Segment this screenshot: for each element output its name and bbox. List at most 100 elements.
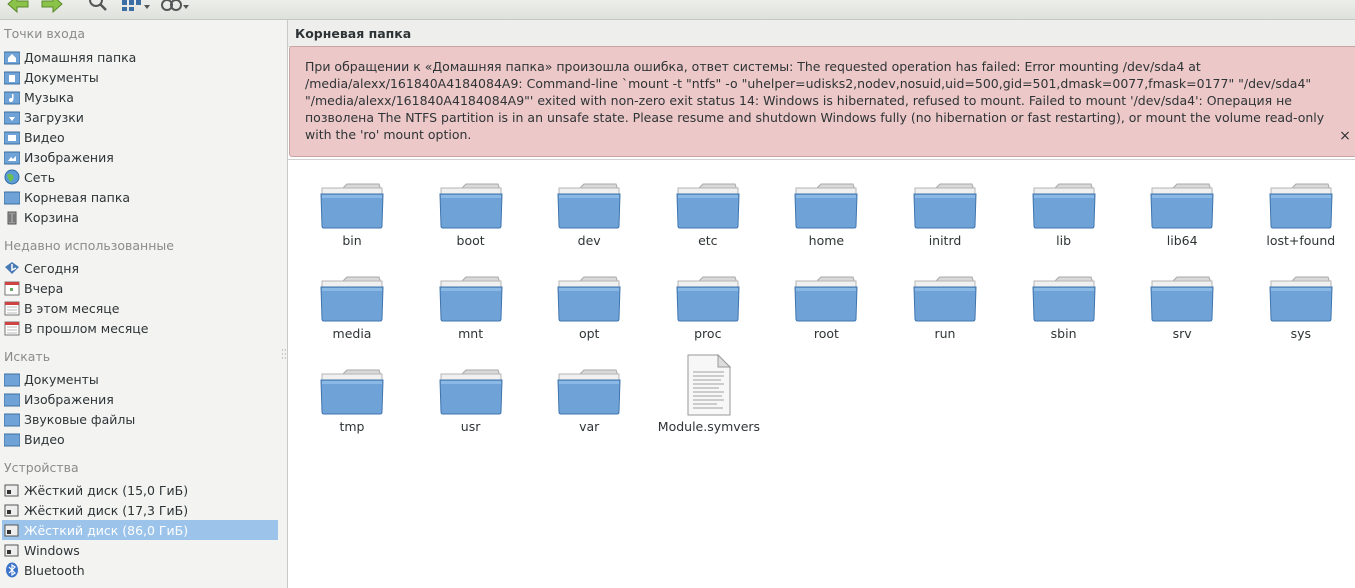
- item-label: proc: [694, 326, 722, 341]
- sidebar-item-label: Вчера: [24, 280, 64, 296]
- sidebar-resize-handle[interactable]: ·· ·· ··: [281, 347, 287, 364]
- sidebar-item-this-month[interactable]: В этом месяце: [2, 298, 278, 318]
- folder-item[interactable]: mnt: [421, 275, 521, 355]
- sidebar-item-pictures[interactable]: Изображения: [2, 147, 278, 167]
- folder-item[interactable]: sys: [1251, 275, 1351, 355]
- music-folder-icon: [3, 411, 21, 427]
- folder-icon: [658, 182, 758, 230]
- sidebar-item-label: Жёсткий диск (15,0 ГиБ): [24, 482, 189, 498]
- folder-item[interactable]: lost+found: [1251, 182, 1351, 262]
- item-label: mnt: [458, 326, 484, 341]
- text-file-icon: [658, 354, 758, 416]
- folder-item[interactable]: proc: [658, 275, 758, 355]
- calendar-icon: [4, 300, 20, 316]
- sidebar-item-label: Жёсткий диск (17,3 ГиБ): [24, 502, 189, 518]
- sidebar-item-home[interactable]: Домашняя папка: [2, 47, 278, 67]
- folder-item[interactable]: lib64: [1132, 182, 1232, 262]
- sidebar-item-today[interactable]: Сегодня: [2, 258, 278, 278]
- folder-icon: [539, 275, 639, 323]
- folder-icon: [421, 182, 521, 230]
- sidebar-item-label: Жёсткий диск (86,0 ГиБ): [24, 522, 189, 538]
- item-label: lib: [1056, 233, 1072, 248]
- folder-icon: [895, 182, 995, 230]
- folder-item[interactable]: boot: [421, 182, 521, 262]
- sidebar-item-label: Bluetooth: [24, 562, 85, 578]
- sidebar-item-label: В прошлом месяце: [24, 320, 149, 336]
- item-label: initrd: [928, 233, 962, 248]
- folder-item[interactable]: home: [776, 182, 876, 262]
- sidebar-item-bluetooth[interactable]: Bluetooth: [2, 560, 278, 580]
- folder-item[interactable]: media: [302, 275, 402, 355]
- sidebar-item-label: Домашняя папка: [24, 49, 137, 65]
- sidebar-item-windows[interactable]: Windows: [2, 540, 278, 560]
- folder-item[interactable]: sbin: [1014, 275, 1114, 355]
- sidebar-item-search-pictures[interactable]: Изображения: [2, 389, 278, 409]
- sidebar-item-videos[interactable]: Видео: [2, 127, 278, 147]
- sidebar-item-music[interactable]: Музыка: [2, 87, 278, 107]
- sidebar-item-label: Звуковые файлы: [24, 411, 136, 427]
- sidebar-item-disk-86[interactable]: Жёсткий диск (86,0 ГиБ): [2, 520, 278, 540]
- sidebar-item-documents[interactable]: Документы: [2, 67, 278, 87]
- sidebar-item-network[interactable]: Сеть: [2, 167, 278, 187]
- folder-item[interactable]: var: [539, 368, 639, 448]
- trash-icon: [4, 209, 20, 225]
- error-infobar: При обращении к «Домашняя папка» произош…: [289, 46, 1355, 157]
- sidebar-item-trash[interactable]: Корзина: [2, 207, 278, 227]
- item-label: usr: [460, 419, 481, 434]
- back-arrow-icon[interactable]: [6, 0, 30, 16]
- folder-item[interactable]: tmp: [302, 368, 402, 448]
- sidebar-item-label: Корзина: [24, 209, 80, 225]
- folder-item[interactable]: usr: [421, 368, 521, 448]
- pictures-folder-icon: [3, 149, 21, 165]
- close-icon[interactable]: ×: [1338, 129, 1352, 143]
- item-label: opt: [578, 326, 600, 341]
- videos-folder-icon: [3, 431, 21, 447]
- sidebar-item-search-audio[interactable]: Звуковые файлы: [2, 409, 278, 429]
- file-item[interactable]: Module.symvers: [658, 354, 760, 434]
- pictures-folder-icon: [3, 391, 21, 407]
- view-mode-grid-icon[interactable]: [120, 0, 152, 16]
- sidebar-item-last-month[interactable]: В прошлом месяце: [2, 318, 278, 338]
- downloads-folder-icon: [3, 109, 21, 125]
- file-view: Корневая папка При обращении к «Домашняя…: [288, 20, 1355, 588]
- folder-item[interactable]: root: [776, 275, 876, 355]
- folder-item[interactable]: initrd: [895, 182, 995, 262]
- item-label: root: [813, 326, 839, 341]
- folder-item[interactable]: run: [895, 275, 995, 355]
- folder-item[interactable]: opt: [539, 275, 639, 355]
- folder-item[interactable]: srv: [1132, 275, 1232, 355]
- sidebar-item-downloads[interactable]: Загрузки: [2, 107, 278, 127]
- folder-item[interactable]: etc: [658, 182, 758, 262]
- sidebar-item-search-documents[interactable]: Документы: [2, 369, 278, 389]
- music-folder-icon: [3, 89, 21, 105]
- folder-item[interactable]: dev: [539, 182, 639, 262]
- item-label: srv: [1172, 326, 1192, 341]
- folder-item[interactable]: lib: [1014, 182, 1114, 262]
- location-title: Корневая папка: [295, 26, 412, 41]
- section-heading-places: Точки входа: [4, 26, 86, 41]
- item-label: boot: [456, 233, 485, 248]
- folder-icon: [302, 368, 402, 416]
- folder-icon: [895, 275, 995, 323]
- sidebar-item-root[interactable]: Корневая папка: [2, 187, 278, 207]
- settings-gear-icon[interactable]: [158, 0, 190, 16]
- recent-today-icon: [4, 260, 20, 276]
- folder-icon: [302, 182, 402, 230]
- search-icon[interactable]: [86, 0, 110, 16]
- folder-icon: [1014, 275, 1114, 323]
- folder-icon: [1251, 275, 1351, 323]
- sidebar-item-search-videos[interactable]: Видео: [2, 429, 278, 449]
- section-heading-recent: Недавно использованные: [4, 238, 174, 253]
- sidebar-item-label: Изображения: [24, 149, 114, 165]
- folder-icon: [302, 275, 402, 323]
- sidebar-item-disk-15[interactable]: Жёсткий диск (15,0 ГиБ): [2, 480, 278, 500]
- videos-folder-icon: [3, 129, 21, 145]
- sidebar-item-disk-17[interactable]: Жёсткий диск (17,3 ГиБ): [2, 500, 278, 520]
- item-label: home: [808, 233, 845, 248]
- documents-folder-icon: [3, 371, 21, 387]
- calendar-icon: [4, 320, 20, 336]
- folder-item[interactable]: bin: [302, 182, 402, 262]
- sidebar-item-yesterday[interactable]: Вчера: [2, 278, 278, 298]
- location-bar: Корневая папка: [288, 20, 1355, 47]
- forward-arrow-icon[interactable]: [40, 0, 64, 16]
